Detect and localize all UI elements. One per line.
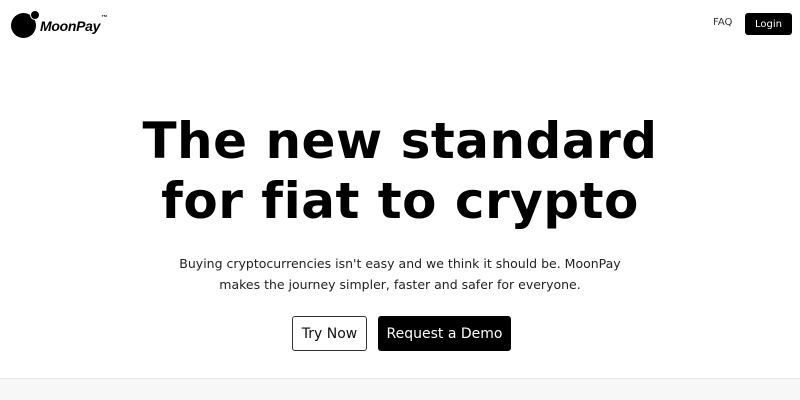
top-navbar: MoonPay™ FAQ Login bbox=[0, 0, 800, 48]
hero-title: The new standard for fiat to crypto bbox=[0, 111, 800, 231]
logo-text: MoonPay bbox=[40, 18, 101, 34]
cta-row: Try Now Request a Demo bbox=[0, 316, 800, 351]
page: MoonPay™ FAQ Login The new standard for … bbox=[0, 0, 800, 400]
hero-subtitle: Buying cryptocurrencies isn't easy and w… bbox=[0, 253, 800, 295]
hero-title-line-2: for fiat to crypto bbox=[161, 172, 639, 230]
hero-subtitle-line-1: Buying cryptocurrencies isn't easy and w… bbox=[179, 256, 621, 271]
moonpay-logo-icon bbox=[10, 10, 40, 38]
hero-title-line-1: The new standard bbox=[142, 112, 658, 170]
moonpay-logo[interactable]: MoonPay™ bbox=[10, 10, 107, 38]
faq-link[interactable]: FAQ bbox=[713, 17, 732, 28]
hero-subtitle-line-2: makes the journey simpler, faster and sa… bbox=[219, 277, 581, 292]
try-now-button[interactable]: Try Now bbox=[292, 316, 367, 351]
login-button[interactable]: Login bbox=[745, 13, 792, 35]
request-demo-button[interactable]: Request a Demo bbox=[378, 316, 511, 351]
logo-wordmark: MoonPay™ bbox=[40, 15, 107, 34]
logo-trademark: ™ bbox=[101, 15, 107, 22]
content-panel-top-edge bbox=[0, 378, 800, 400]
